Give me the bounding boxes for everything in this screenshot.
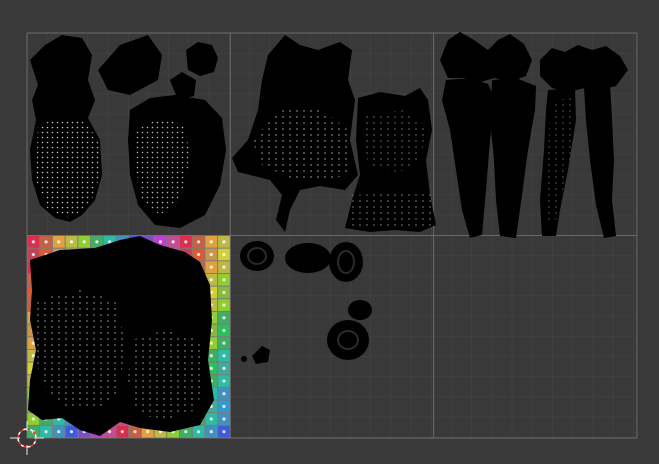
checker-mark: [209, 354, 213, 358]
vest-island[interactable]: [345, 88, 436, 232]
checker-mark: [209, 417, 213, 421]
head-island[interactable]: [28, 236, 214, 436]
checker-mark: [196, 430, 201, 434]
checker-mark: [57, 430, 61, 434]
checker-mark: [158, 240, 163, 244]
checker-mark: [31, 252, 35, 257]
checker-mark: [120, 430, 124, 434]
checker-mark: [222, 354, 226, 358]
checker-mark: [222, 392, 226, 396]
checker-mark: [57, 240, 61, 244]
checker-mark: [82, 240, 86, 244]
checker-mark: [31, 354, 35, 358]
checker-mark: [222, 252, 226, 257]
checker-mark: [107, 430, 112, 434]
checker-mark: [222, 379, 226, 383]
checker-mark: [69, 430, 74, 434]
checker-mark: [222, 341, 226, 345]
checker-mark: [209, 341, 213, 345]
checker-mark: [209, 430, 213, 434]
checker-mark: [222, 290, 226, 295]
checker-mark: [209, 265, 213, 269]
checker-mark: [222, 366, 226, 370]
checker-mark: [209, 252, 213, 257]
checker-mark: [107, 240, 112, 244]
checker-mark: [69, 240, 74, 244]
checker-mark: [184, 240, 188, 244]
checker-mark: [222, 404, 226, 408]
checker-mark: [222, 240, 226, 244]
checker-mark: [44, 430, 48, 434]
checker-mark: [31, 417, 35, 421]
checker-mark: [95, 240, 99, 244]
checker-mark: [196, 240, 201, 244]
checker-mark: [196, 252, 201, 257]
checker-mark: [209, 278, 213, 282]
checker-mark: [171, 240, 175, 244]
checker-mark: [222, 316, 226, 320]
checker-mark: [146, 430, 150, 434]
checker-mark: [31, 240, 35, 244]
uv-editor-viewport[interactable]: [0, 0, 659, 464]
checker-mark: [222, 265, 226, 269]
checker-mark: [222, 303, 226, 307]
checker-mark: [222, 417, 226, 421]
checker-mark: [222, 328, 226, 333]
checker-mark: [133, 430, 137, 434]
checker-mark: [209, 240, 213, 244]
checker-mark: [222, 430, 226, 434]
checker-mark: [44, 240, 48, 244]
uv-canvas[interactable]: [0, 0, 659, 464]
checker-mark: [209, 366, 213, 370]
checker-mark: [222, 278, 226, 282]
checker-mark: [184, 430, 188, 434]
